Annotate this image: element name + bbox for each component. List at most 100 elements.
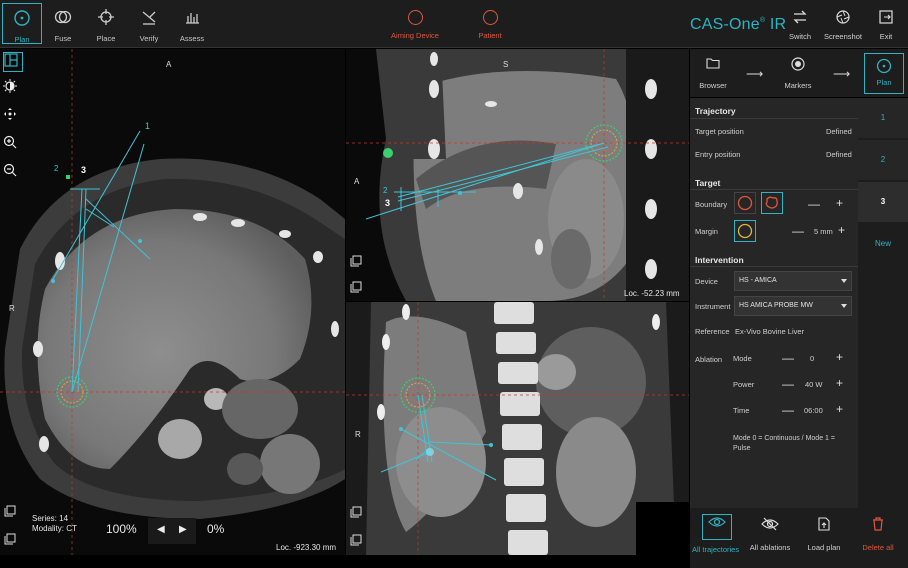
boundary-plus-button[interactable]: +: [836, 197, 843, 209]
margin-plus-button[interactable]: +: [838, 224, 845, 236]
sagittal-marker-dot: [383, 148, 393, 158]
all-ablations-label: All ablations: [749, 543, 791, 552]
mode-plus-button[interactable]: +: [836, 351, 843, 363]
tool-plan[interactable]: Plan: [2, 3, 42, 44]
sagittal-layer-button-top[interactable]: [350, 255, 366, 271]
exit-button[interactable]: Exit: [866, 10, 906, 41]
ablation-label: Ablation: [695, 355, 723, 364]
zoom-out-icon: [3, 163, 17, 177]
layers-icon: [350, 534, 362, 546]
zoom-out-button[interactable]: [3, 163, 23, 183]
aperture-icon: [823, 10, 863, 24]
all-ablations-toggle[interactable]: All ablations: [742, 517, 798, 552]
screenshot-button[interactable]: Screenshot: [823, 10, 863, 41]
tool-assess[interactable]: Assess: [172, 3, 212, 44]
slice-prev-button[interactable]: ◀: [157, 524, 165, 535]
place-icon: [86, 8, 126, 30]
marker-icon: [775, 57, 821, 71]
axial-layer-button-top[interactable]: [4, 505, 20, 521]
load-plan-button[interactable]: Load plan: [796, 517, 852, 552]
margin-circle-button[interactable]: [734, 220, 756, 242]
tool-place[interactable]: Place: [86, 3, 126, 44]
mode-minus-button[interactable]: —: [782, 352, 794, 364]
coronal-layer-button-top[interactable]: [350, 506, 366, 522]
coronal-viewport[interactable]: R: [346, 302, 689, 555]
axial-orientation-left: R: [9, 304, 15, 313]
sagittal-layer-button-bottom[interactable]: [350, 281, 366, 297]
switch-label: Switch: [788, 32, 812, 41]
power-plus-button[interactable]: +: [836, 377, 843, 389]
layers-icon: [4, 505, 16, 517]
assess-icon: [172, 8, 212, 30]
aiming-device-button[interactable]: Aiming Device: [375, 10, 455, 40]
workflow-browser-label: Browser: [699, 81, 727, 90]
axial-viewport[interactable]: 1 2 3 A R Series: 14 Modality: CT Loc. -…: [0, 49, 345, 555]
new-plan-button[interactable]: New: [858, 224, 908, 264]
axial-layer-button-bottom[interactable]: [4, 533, 20, 549]
tool-verify[interactable]: Verify: [129, 3, 169, 44]
verify-icon: [129, 8, 169, 30]
target-position-label: Target position: [695, 127, 744, 136]
tool-place-label: Place: [96, 34, 116, 43]
app-logo-registered: ®: [759, 17, 766, 24]
plan-tab-1[interactable]: 1: [858, 98, 908, 138]
patient-icon: [482, 10, 498, 25]
workflow-plan-label: Plan: [876, 78, 892, 87]
delete-all-label: Delete all: [862, 543, 894, 552]
coronal-ct-image: [346, 302, 689, 555]
axial-trajectory-label-1: 1: [145, 121, 150, 131]
time-plus-button[interactable]: +: [836, 403, 843, 415]
axial-orientation-top: A: [166, 60, 172, 69]
power-minus-button[interactable]: —: [782, 378, 794, 390]
patient-button[interactable]: Patient: [450, 10, 530, 40]
workflow-plan[interactable]: Plan: [864, 53, 904, 94]
all-trajectories-toggle[interactable]: [702, 514, 732, 540]
plan-tab-3[interactable]: 3: [858, 182, 908, 222]
device-select[interactable]: HS - AMICA: [734, 271, 852, 291]
tool-assess-label: Assess: [179, 34, 205, 43]
layers-icon: [350, 255, 362, 267]
plan-icon: [865, 58, 903, 74]
boundary-minus-button[interactable]: —: [808, 198, 820, 210]
intervention-title: Intervention: [695, 255, 744, 265]
instrument-select[interactable]: HS AMICA PROBE MW: [734, 296, 852, 316]
window-level-button[interactable]: [3, 79, 23, 99]
patient-label: Patient: [478, 31, 502, 40]
slice-next-button[interactable]: ▶: [179, 524, 187, 535]
workflow-arrow-icon: ⟶: [833, 67, 851, 81]
coronal-orientation-left: R: [355, 430, 361, 439]
boundary-circle-button[interactable]: [734, 192, 756, 214]
screenshot-label: Screenshot: [824, 32, 862, 41]
sagittal-viewport[interactable]: 2 3 S A Loc. -52.23 mm: [346, 49, 689, 301]
aiming-device-icon: [407, 10, 423, 25]
delete-all-button[interactable]: Delete all: [850, 517, 906, 552]
margin-minus-button[interactable]: —: [792, 225, 804, 237]
divider: [690, 189, 858, 190]
trajectory-title: Trajectory: [695, 106, 736, 116]
workflow-markers-label: Markers: [784, 81, 812, 90]
axial-trajectory-label-3: 3: [81, 165, 86, 175]
reference-value: Ex-Vivo Bovine Liver: [735, 327, 805, 336]
slice-nav: ◀ ▶: [148, 518, 196, 544]
layout-button[interactable]: [3, 52, 23, 72]
sagittal-location-text: Loc. -52.23 mm: [624, 289, 680, 298]
brightness-icon: [3, 79, 17, 93]
sagittal-trajectory-label-3: 3: [385, 198, 390, 208]
instrument-select-value: HS AMICA PROBE MW: [739, 302, 813, 309]
pan-button[interactable]: [3, 107, 23, 127]
workflow-browser[interactable]: Browser: [690, 57, 736, 90]
tool-fuse[interactable]: Fuse: [43, 3, 83, 44]
plan-icon: [3, 9, 41, 31]
axial-ct-image: 1 2 3: [0, 49, 345, 555]
layers-icon: [4, 533, 16, 545]
eye-icon: [703, 515, 731, 531]
time-minus-button[interactable]: —: [782, 404, 794, 416]
coronal-layer-button-bottom[interactable]: [350, 534, 366, 550]
boundary-freeform-button[interactable]: [761, 192, 783, 214]
zoom-in-button[interactable]: [3, 135, 23, 155]
entry-position-label: Entry position: [695, 150, 741, 159]
axial-series-text: Series: 14: [32, 514, 69, 523]
workflow-markers[interactable]: Markers: [775, 57, 821, 90]
plan-tab-2[interactable]: 2: [858, 140, 908, 180]
switch-button[interactable]: Switch: [780, 10, 820, 41]
